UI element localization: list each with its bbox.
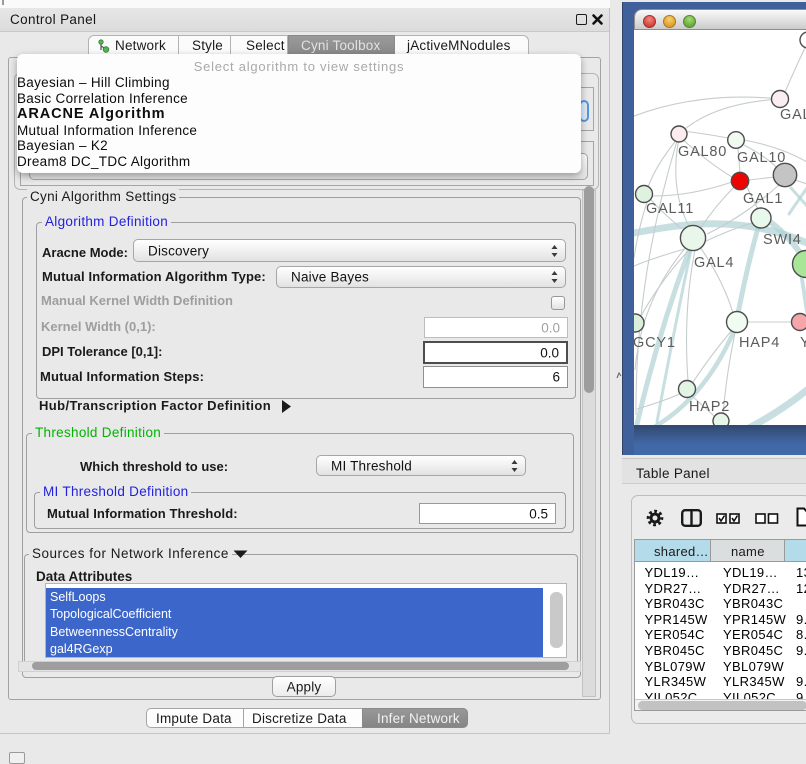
svg-text:GAL4: GAL4: [694, 255, 734, 271]
svg-text:GCY1: GCY1: [634, 335, 676, 351]
svg-text:HAP4: HAP4: [739, 335, 780, 351]
svg-text:GAL80: GAL80: [678, 144, 727, 160]
svg-text:SWI4: SWI4: [763, 232, 802, 248]
svg-text:GAL10: GAL10: [737, 150, 786, 166]
svg-text:GAL11: GAL11: [646, 201, 694, 217]
svg-text:GAL7: GAL7: [780, 107, 806, 123]
svg-text:GAL1: GAL1: [743, 191, 783, 207]
svg-text:YE: YE: [800, 335, 806, 351]
svg-text:HAP2: HAP2: [689, 399, 730, 415]
